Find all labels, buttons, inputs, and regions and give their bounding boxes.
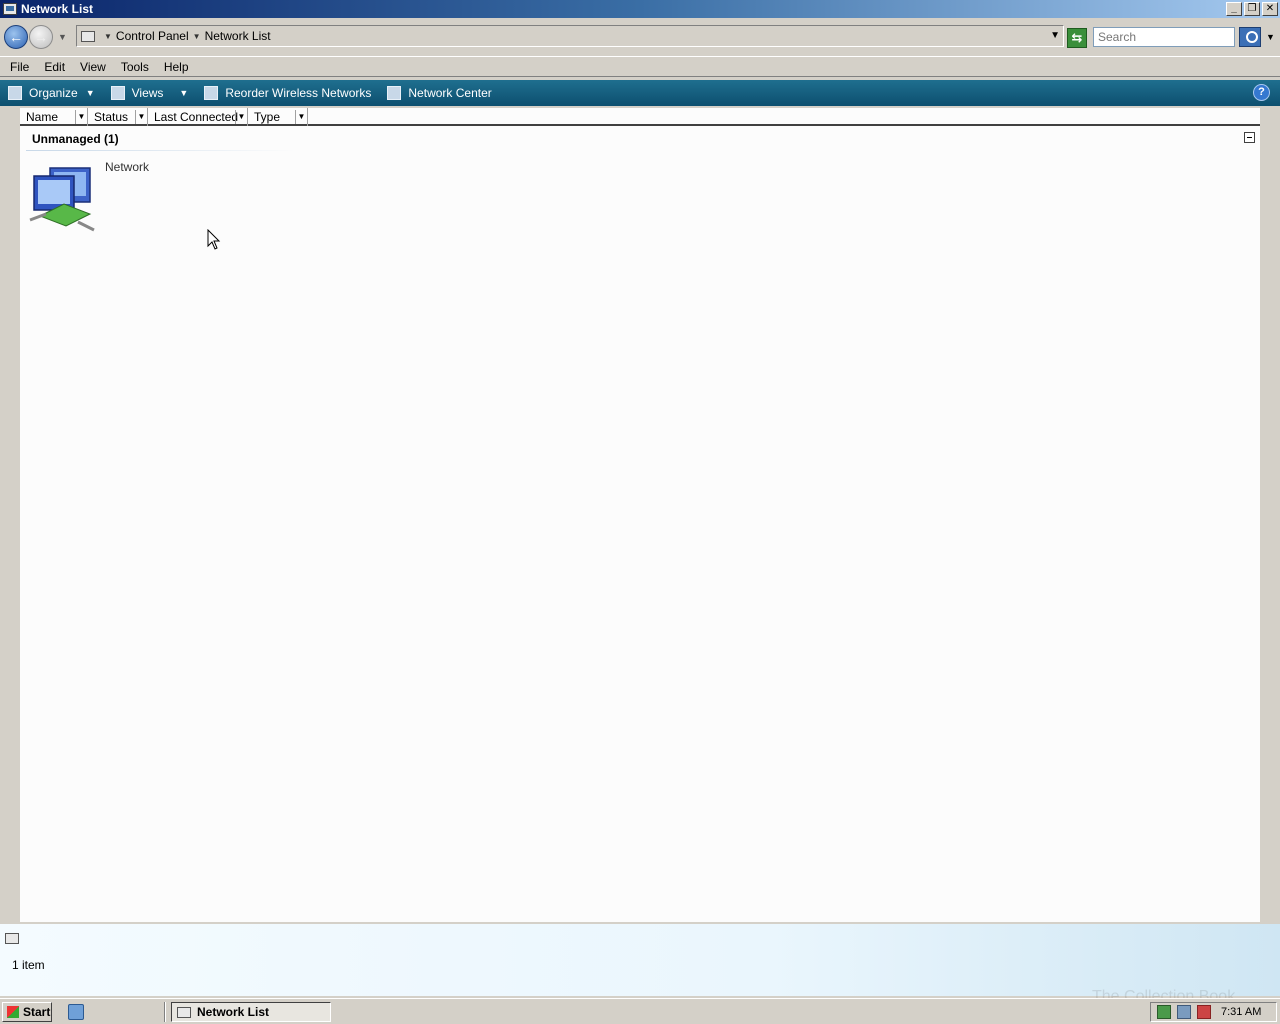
taskbar-item-network-list[interactable]: Network List bbox=[171, 1002, 331, 1022]
network-center-button[interactable]: Network Center bbox=[387, 86, 492, 100]
chevron-down-icon[interactable]: ▼ bbox=[104, 32, 112, 41]
minimize-button[interactable]: _ bbox=[1226, 2, 1242, 16]
address-dropdown-icon[interactable]: ▼ bbox=[1050, 30, 1060, 41]
taskbar-separator bbox=[164, 1002, 166, 1022]
control-panel-icon bbox=[81, 30, 95, 42]
network-center-icon bbox=[387, 86, 402, 100]
refresh-button[interactable]: ⇆ bbox=[1067, 28, 1087, 48]
window-controls: _ ❐ ✕ bbox=[1226, 2, 1278, 16]
group-divider bbox=[26, 150, 296, 151]
views-button[interactable]: Views ▼ bbox=[110, 86, 188, 100]
control-panel-icon bbox=[3, 3, 17, 15]
menu-tools[interactable]: Tools bbox=[111, 60, 154, 74]
breadcrumb-network-list[interactable]: Network List bbox=[205, 29, 271, 43]
title-bar[interactable]: Network List _ ❐ ✕ bbox=[0, 0, 1280, 18]
menu-edit[interactable]: Edit bbox=[34, 60, 70, 74]
clock[interactable]: 7:31 AM bbox=[1221, 1006, 1261, 1018]
details-pane: 1 item The Collection Book bbox=[0, 924, 1280, 1005]
close-button[interactable]: ✕ bbox=[1262, 2, 1278, 16]
search-options-dropdown-icon[interactable]: ▼ bbox=[1266, 32, 1275, 42]
back-button[interactable]: ← bbox=[4, 25, 28, 49]
column-header-last-connected[interactable]: Last Connected ▼ bbox=[148, 108, 248, 126]
organize-button[interactable]: Organize ▼ bbox=[8, 86, 95, 100]
network-status-icon[interactable] bbox=[1177, 1005, 1191, 1019]
restore-button[interactable]: ❐ bbox=[1244, 2, 1260, 16]
system-tray: 7:31 AM bbox=[1150, 1002, 1277, 1022]
command-bar: Organize ▼ Views ▼ Reorder Wireless Netw… bbox=[0, 80, 1280, 106]
breadcrumb-control-panel[interactable]: Control Panel bbox=[116, 29, 189, 43]
menu-view[interactable]: View bbox=[70, 60, 111, 74]
security-shield-icon[interactable] bbox=[1157, 1005, 1171, 1019]
chevron-down-icon[interactable]: ▼ bbox=[235, 110, 247, 124]
quick-launch-icon[interactable] bbox=[68, 1004, 84, 1020]
chevron-down-icon[interactable]: ▼ bbox=[75, 110, 87, 124]
column-header-name[interactable]: Name ▼ bbox=[20, 108, 88, 126]
chevron-down-icon[interactable]: ▼ bbox=[179, 88, 188, 98]
menu-help[interactable]: Help bbox=[154, 60, 194, 74]
windows-logo-icon bbox=[7, 1006, 19, 1018]
file-list-view[interactable]: Name ▼ Status ▼ Last Connected ▼ Type ▼ … bbox=[20, 108, 1260, 922]
network-computers-icon bbox=[29, 167, 95, 232]
organize-label: Organize bbox=[29, 86, 78, 100]
start-button[interactable]: Start bbox=[2, 1002, 52, 1022]
forward-button[interactable]: → bbox=[29, 25, 53, 49]
help-icon[interactable]: ? bbox=[1253, 84, 1270, 101]
list-item[interactable]: Network bbox=[26, 160, 156, 240]
chevron-down-icon[interactable]: ▼ bbox=[295, 110, 307, 124]
address-row: ← → ▼ ▼ Control Panel ▼ Network List ▼ ⇆… bbox=[0, 20, 1280, 54]
volume-muted-icon[interactable] bbox=[1197, 1005, 1211, 1019]
control-panel-icon bbox=[177, 1006, 191, 1018]
network-center-label: Network Center bbox=[408, 86, 492, 100]
menu-file[interactable]: File bbox=[0, 60, 34, 74]
item-count: 1 item bbox=[12, 958, 45, 972]
column-header-type[interactable]: Type ▼ bbox=[248, 108, 308, 126]
menu-bar: File Edit View Tools Help bbox=[0, 56, 1280, 77]
chevron-down-icon: ▼ bbox=[85, 88, 95, 98]
organize-icon bbox=[8, 86, 22, 100]
control-panel-icon bbox=[5, 933, 19, 944]
reorder-icon bbox=[204, 86, 219, 100]
taskbar: Start Network List 7:31 AM bbox=[0, 998, 1280, 1024]
column-headers: Name ▼ Status ▼ Last Connected ▼ Type ▼ bbox=[20, 108, 1260, 126]
search-input[interactable]: Search bbox=[1093, 27, 1235, 47]
group-header-unmanaged[interactable]: Unmanaged (1) bbox=[32, 132, 119, 146]
network-name: Network bbox=[105, 160, 150, 174]
reorder-label: Reorder Wireless Networks bbox=[225, 86, 372, 100]
address-bar[interactable]: ▼ Control Panel ▼ Network List ▼ bbox=[76, 25, 1064, 47]
chevron-down-icon[interactable]: ▼ bbox=[193, 32, 201, 41]
column-header-status[interactable]: Status ▼ bbox=[88, 108, 148, 126]
window-title: Network List bbox=[21, 2, 94, 16]
views-icon bbox=[110, 86, 125, 100]
mouse-cursor-icon bbox=[207, 229, 221, 250]
reorder-wireless-networks-button[interactable]: Reorder Wireless Networks bbox=[204, 86, 371, 100]
chevron-down-icon[interactable]: ▼ bbox=[135, 110, 147, 124]
recent-pages-dropdown-icon[interactable]: ▼ bbox=[58, 32, 67, 42]
collapse-group-button[interactable] bbox=[1244, 132, 1255, 143]
search-button[interactable] bbox=[1239, 27, 1261, 47]
views-label: Views bbox=[131, 86, 164, 100]
